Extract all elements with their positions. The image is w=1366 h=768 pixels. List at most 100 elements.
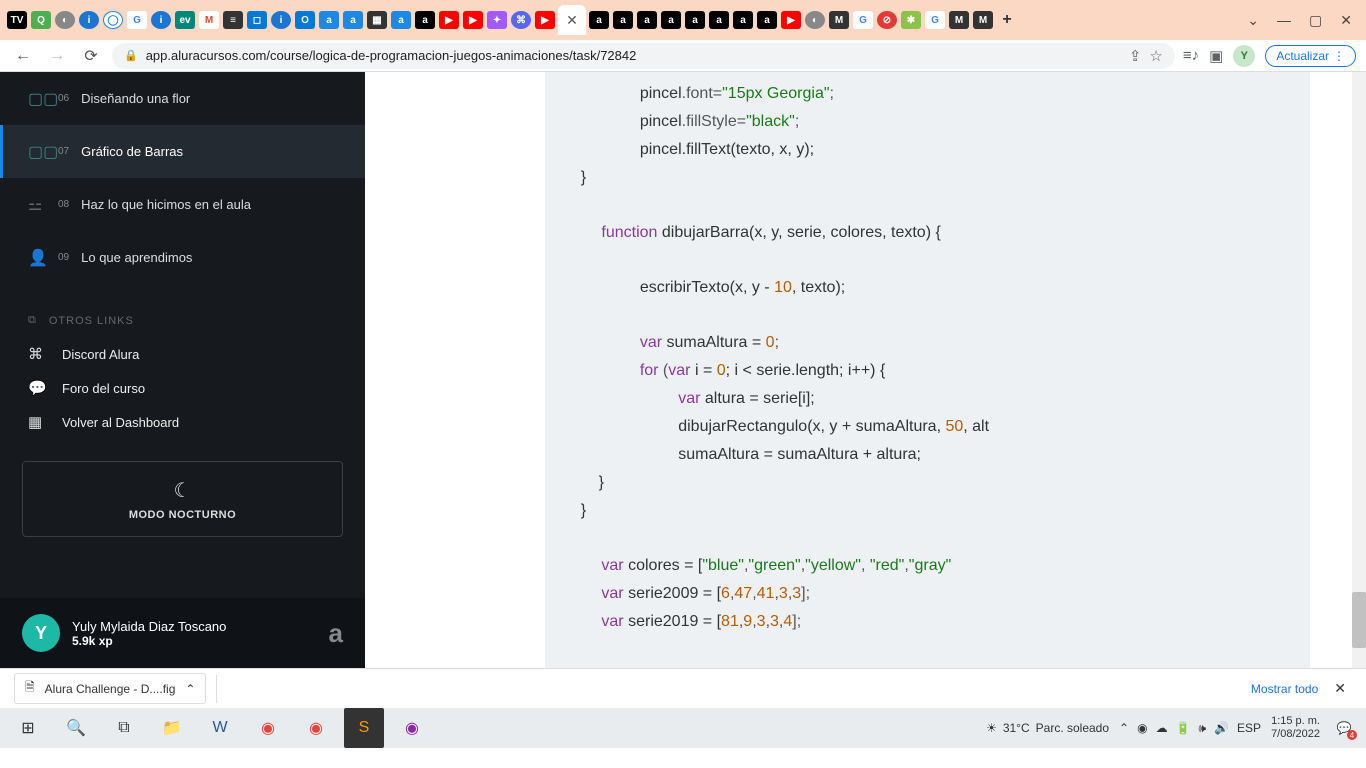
share-icon[interactable]: ⇪ (1129, 47, 1142, 65)
update-button[interactable]: Actualizar ⋮ (1265, 45, 1356, 67)
sublime-button[interactable]: S (344, 708, 384, 748)
lesson-item-06[interactable]: ▢▢ 06 Diseñando una flor (0, 72, 365, 125)
tab-icon[interactable]: a (391, 11, 411, 29)
tab-icon[interactable]: G (853, 11, 873, 29)
scrollbar-track[interactable] (1352, 72, 1366, 668)
tab-icon[interactable]: i (271, 11, 291, 29)
notif-count: 4 (1347, 730, 1357, 740)
tab-icon[interactable]: i (151, 11, 171, 29)
tab-icon[interactable]: M (949, 11, 969, 29)
bookmark-icon[interactable]: ☆ (1149, 47, 1162, 65)
tab-icon[interactable]: Q (31, 11, 51, 29)
windows-taskbar: ⊞ 🔍 ⧉ 📁 W ◉ ◉ S ◉ ☀ 31°C Parc. soleado ⌃… (0, 708, 1366, 748)
link-forum[interactable]: 💬 Foro del curso (0, 371, 365, 405)
link-discord[interactable]: ⌘ Discord Alura (0, 337, 365, 371)
file-icon: 🗎 (25, 678, 35, 699)
system-tray[interactable]: ⌃ ◉ ☁ 🔋 🕪 🔊 ESP (1119, 721, 1261, 736)
tab-icon[interactable]: ▦ (367, 11, 387, 29)
tab-icon[interactable]: a (343, 11, 363, 29)
tab-icon[interactable]: a (319, 11, 339, 29)
tray-lang[interactable]: ESP (1237, 721, 1261, 735)
clock[interactable]: 1:15 p. m. 7/08/2022 (1271, 715, 1320, 741)
tab-icon[interactable]: ev (175, 11, 195, 29)
panel-icon[interactable]: ▣ (1209, 47, 1223, 65)
forward-button[interactable]: → (44, 43, 70, 69)
tab-icon[interactable]: ≡ (223, 11, 243, 29)
tab-icon[interactable]: ▶ (535, 11, 555, 29)
tab-icon[interactable]: a (415, 11, 435, 29)
profile-avatar[interactable]: Y (1233, 45, 1255, 67)
window-menu-icon[interactable]: ⌄ (1247, 12, 1259, 29)
tab-icon[interactable]: ⌘ (511, 11, 531, 29)
task-view-button[interactable]: ⧉ (100, 708, 148, 748)
tab-icon[interactable]: M (973, 11, 993, 29)
tab-icon[interactable]: G (925, 11, 945, 29)
link-dashboard[interactable]: ▦ Volver al Dashboard (0, 405, 365, 439)
night-mode-toggle[interactable]: ☾ MODO NOCTURNO (22, 461, 343, 537)
tray-battery-icon[interactable]: 🔋 (1176, 721, 1191, 735)
tab-icon[interactable]: a (661, 11, 681, 29)
url-field[interactable]: 🔒 app.aluracursos.com/course/logica-de-p… (112, 43, 1175, 69)
lesson-item-07[interactable]: ▢▢ 07 Gráfico de Barras (0, 125, 365, 178)
window-minimize-icon[interactable]: — (1277, 12, 1291, 28)
tab-icon[interactable]: a (733, 11, 753, 29)
tab-icon[interactable]: ◻ (247, 11, 267, 29)
scrollbar-thumb[interactable] (1352, 592, 1366, 648)
tab-icon[interactable]: ◐ (805, 11, 825, 29)
weather-widget[interactable]: ☀ 31°C Parc. soleado (986, 721, 1109, 735)
tab-icon[interactable]: M (829, 11, 849, 29)
tab-icon[interactable]: a (757, 11, 777, 29)
tab-icon[interactable]: a (685, 11, 705, 29)
chevron-up-icon[interactable]: ⌃ (185, 682, 195, 696)
window-controls: ⌄ — ▢ ✕ (1239, 12, 1360, 29)
tray-wifi-icon[interactable]: 🕪 (1199, 721, 1207, 736)
tray-icon[interactable]: ◉ (1137, 721, 1147, 735)
lesson-item-09[interactable]: 👤 09 Lo que aprendimos (0, 231, 365, 284)
tab-icon[interactable]: ◐ (55, 11, 75, 29)
window-close-icon[interactable]: ✕ (1340, 12, 1352, 29)
close-downloads-bar[interactable]: ✕ (1328, 680, 1352, 697)
tab-icon[interactable]: ▶ (463, 11, 483, 29)
tab-icon[interactable]: a (613, 11, 633, 29)
tab-icon[interactable]: ▶ (439, 11, 459, 29)
tab-icon[interactable]: ◯ (103, 11, 123, 29)
reload-button[interactable]: ⟳ (78, 43, 104, 69)
tab-icon[interactable]: ✦ (487, 11, 507, 29)
tab-icon[interactable]: a (637, 11, 657, 29)
tray-cloud-icon[interactable]: ☁ (1156, 721, 1168, 735)
notifications-button[interactable]: 💬 4 (1330, 714, 1358, 742)
tab-icon[interactable]: ▶ (781, 11, 801, 29)
tab-icon[interactable]: a (709, 11, 729, 29)
app-button[interactable]: ◉ (388, 708, 436, 748)
chrome-button-2[interactable]: ◉ (292, 708, 340, 748)
word-button[interactable]: W (196, 708, 244, 748)
active-tab[interactable]: ✕ (558, 5, 586, 35)
tab-icon[interactable]: TV (7, 11, 27, 29)
window-maximize-icon[interactable]: ▢ (1309, 12, 1322, 29)
tab-icon[interactable]: G (127, 11, 147, 29)
tab-icon[interactable]: M (199, 11, 219, 29)
new-tab-button[interactable]: + (997, 11, 1017, 29)
show-all-downloads[interactable]: Mostrar todo (1251, 682, 1318, 696)
code-block[interactable]: pincel.font="15px Georgia"; pincel.fillS… (545, 72, 1310, 668)
lesson-item-08[interactable]: ⚍ 08 Haz lo que hicimos en el aula (0, 178, 365, 231)
tray-chevron-icon[interactable]: ⌃ (1119, 721, 1129, 735)
tray-volume-icon[interactable]: 🔊 (1214, 721, 1229, 735)
tab-icon[interactable]: a (589, 11, 609, 29)
night-mode-label: MODO NOCTURNO (129, 509, 236, 521)
lesson-number: 08 (58, 199, 69, 210)
chrome-button[interactable]: ◉ (244, 708, 292, 748)
close-tab-icon[interactable]: ✕ (566, 12, 578, 29)
start-button[interactable]: ⊞ (4, 708, 52, 748)
user-footer[interactable]: Y Yuly Mylaida Diaz Toscano 5.9k xp a (0, 598, 365, 668)
search-button[interactable]: 🔍 (52, 708, 100, 748)
tab-icon[interactable]: ⊘ (877, 11, 897, 29)
user-avatar: Y (22, 614, 60, 652)
download-item[interactable]: 🗎 Alura Challenge - D....fig ⌃ (14, 673, 206, 704)
back-button[interactable]: ← (10, 43, 36, 69)
explorer-button[interactable]: 📁 (148, 708, 196, 748)
playlist-icon[interactable]: ≡♪ (1183, 47, 1199, 64)
tab-icon[interactable]: ✱ (901, 11, 921, 29)
tab-icon[interactable]: O (295, 11, 315, 29)
tab-icon[interactable]: i (79, 11, 99, 29)
